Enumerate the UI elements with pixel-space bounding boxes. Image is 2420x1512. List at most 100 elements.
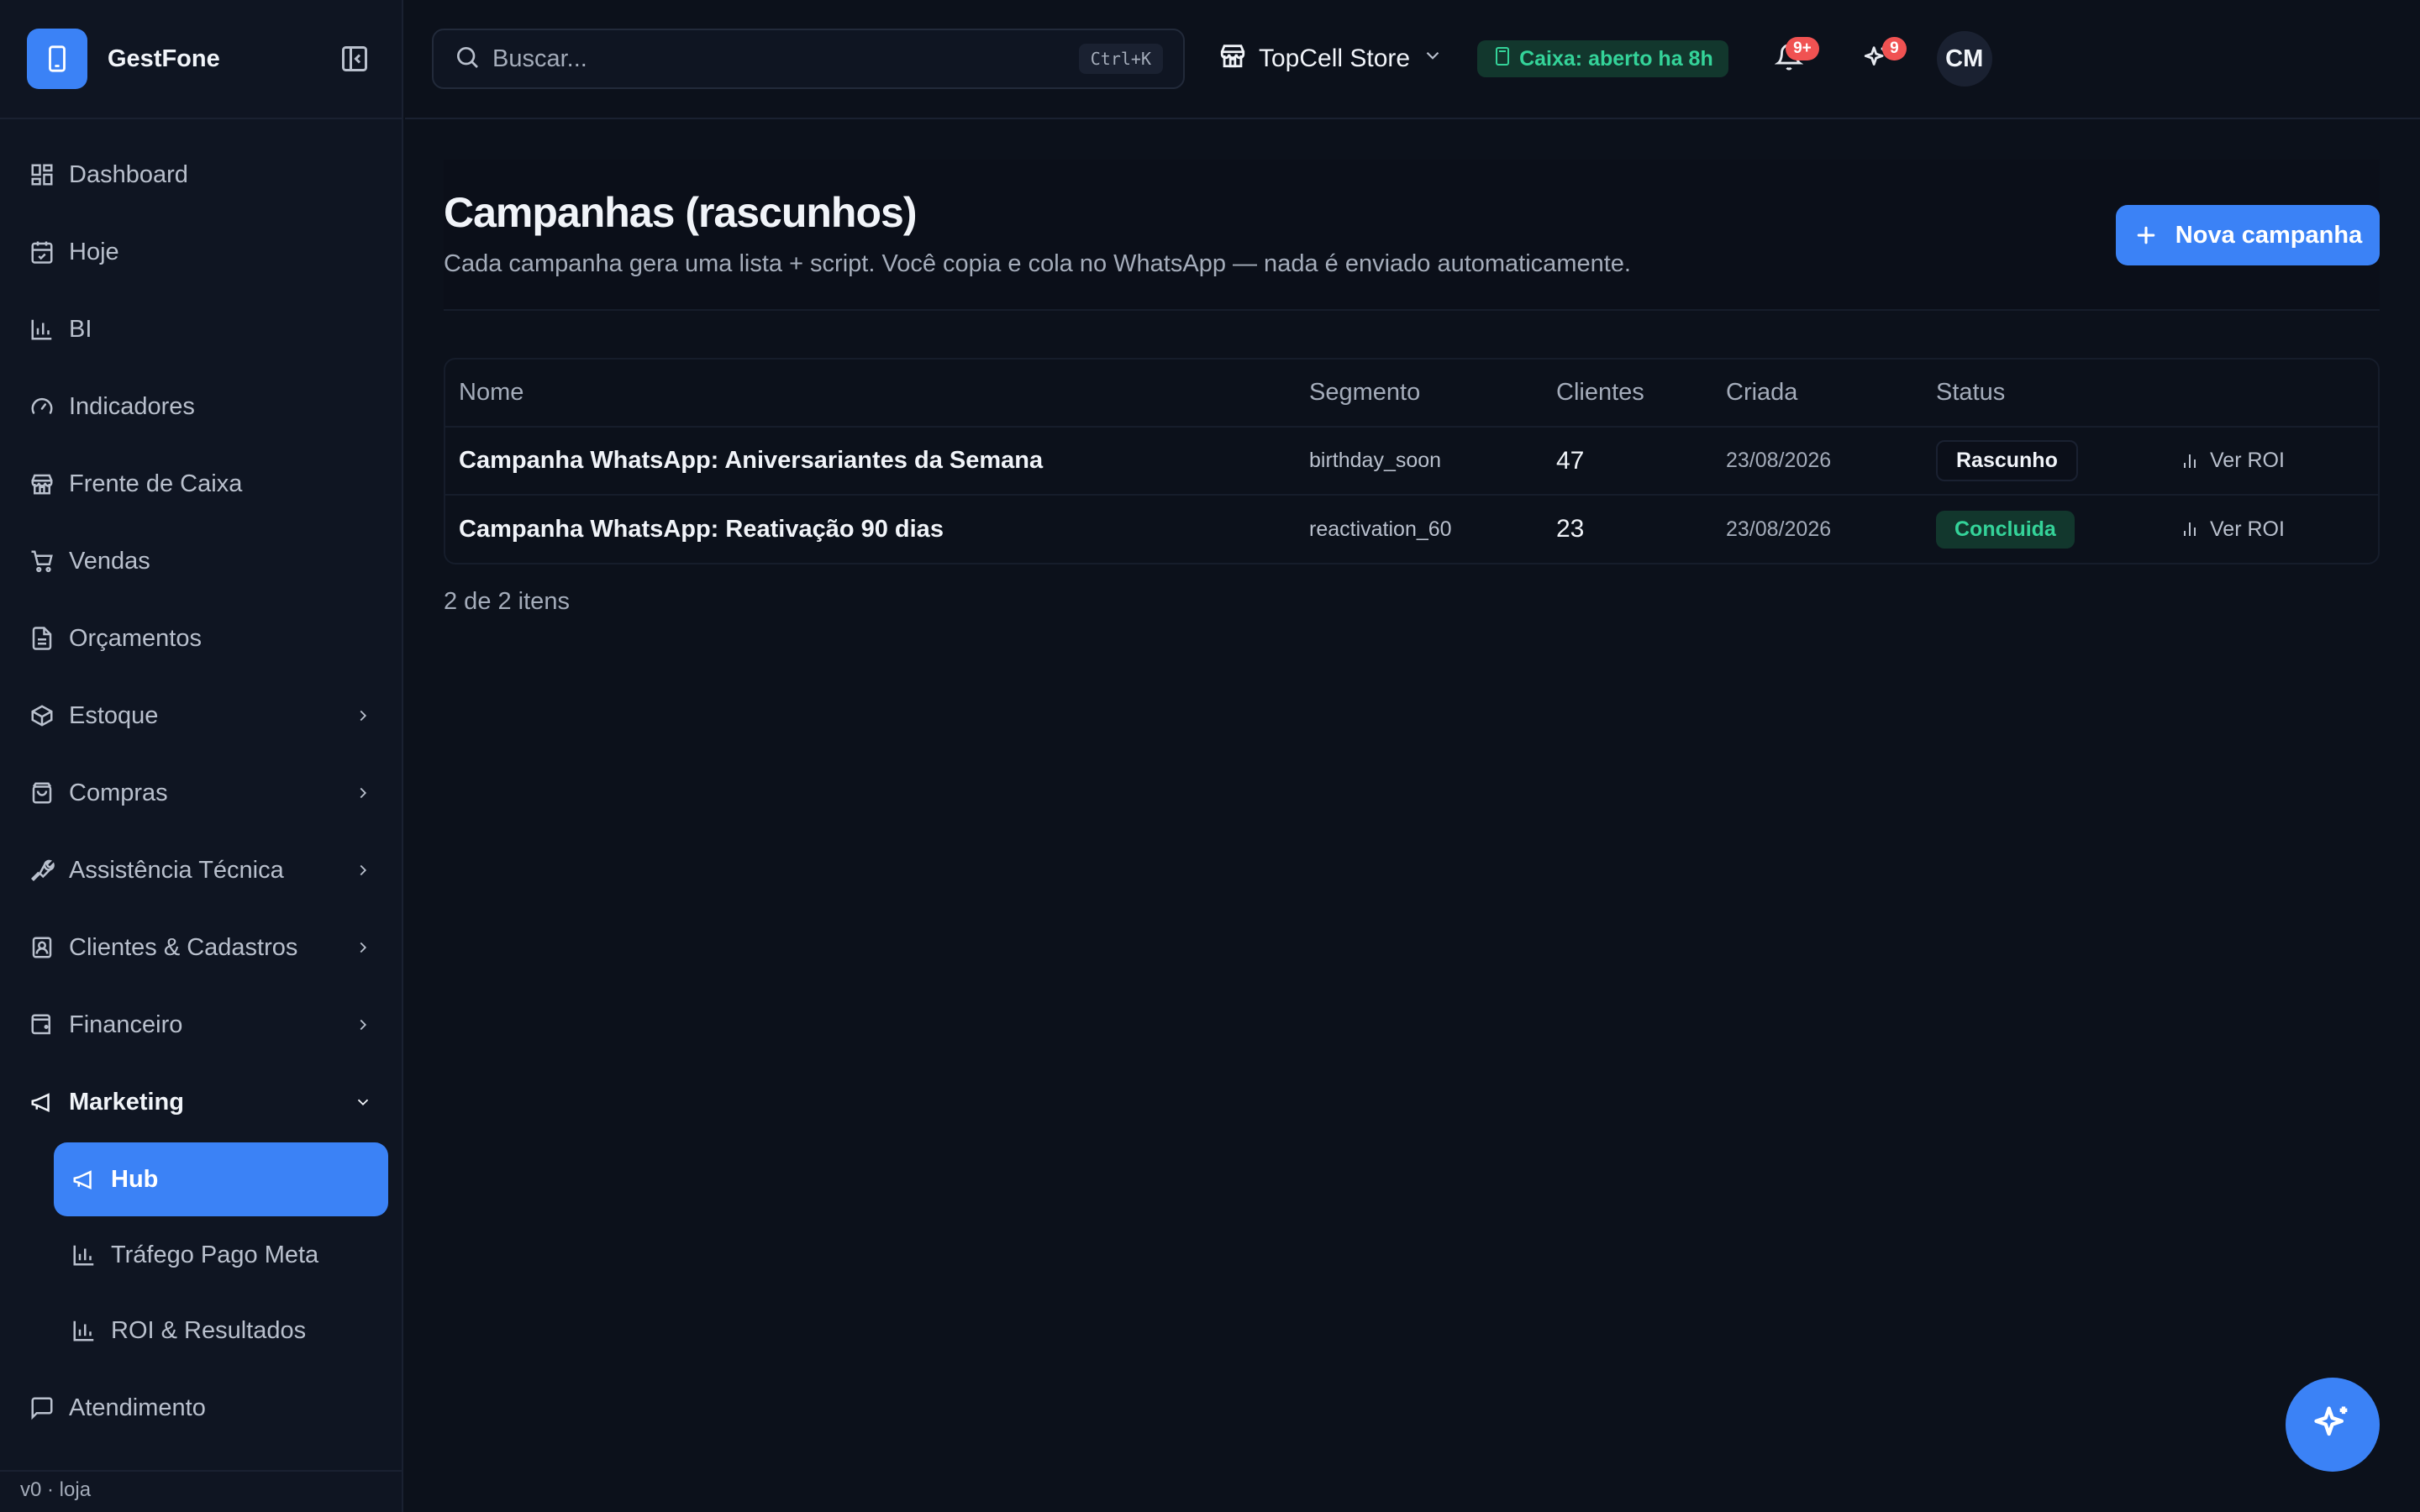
bag-icon: [27, 778, 57, 808]
sidebar-toggle-icon[interactable]: [334, 39, 375, 79]
app-name: GestFone: [108, 45, 220, 72]
store-selector[interactable]: TopCell Store: [1218, 41, 1444, 76]
sidebar-item-dashboard[interactable]: Dashboard: [0, 136, 402, 213]
sidebar-item-label: Compras: [69, 779, 168, 806]
sidebar-item-label: ROI & Resultados: [111, 1316, 307, 1344]
phone-icon[interactable]: [27, 29, 87, 89]
search-box[interactable]: Ctrl+K: [432, 29, 1185, 89]
caixa-status-badge[interactable]: Caixa: aberto ha 8h: [1477, 40, 1728, 77]
sidebar-item-vendas[interactable]: Vendas: [0, 522, 402, 600]
sidebar: GestFone Dashboard Hoje BI Indicadores F…: [0, 0, 403, 1512]
sidebar-item-assistencia-tecnica[interactable]: Assistência Técnica: [0, 832, 402, 909]
bar-chart-icon: [2180, 519, 2200, 539]
bar-chart-icon: [69, 1240, 99, 1270]
campaign-action-cell: Ver ROI: [2166, 495, 2378, 563]
sidebar-item-label: Vendas: [69, 547, 150, 575]
notifications-button[interactable]: 9+: [1764, 34, 1819, 84]
cart-icon: [27, 546, 57, 576]
column-header-clients[interactable]: Clientes: [1543, 360, 1712, 428]
ai-assistant-button[interactable]: 9: [1851, 34, 1907, 84]
sidebar-item-label: Atendimento: [69, 1394, 206, 1421]
sidebar-item-trafego-pago-meta[interactable]: Tráfego Pago Meta: [54, 1218, 388, 1292]
column-header-actions: [2166, 360, 2378, 428]
sidebar-item-atendimento[interactable]: Atendimento: [0, 1369, 402, 1446]
plus-icon: [2133, 223, 2159, 248]
sidebar-item-label: Financeiro: [69, 1011, 183, 1038]
sidebar-item-label: Dashboard: [69, 160, 188, 188]
sidebar-item-compras[interactable]: Compras: [0, 754, 402, 832]
sidebar-item-roi-resultados[interactable]: ROI & Resultados: [54, 1294, 388, 1368]
page-header: Campanhas (rascunhos) Cada campanha gera…: [444, 160, 2380, 311]
sidebar-item-label: Tráfego Pago Meta: [111, 1241, 319, 1268]
chat-icon: [27, 1393, 57, 1423]
column-header-segment[interactable]: Segmento: [1296, 360, 1543, 428]
chevron-right-icon: [351, 1013, 375, 1037]
campaign-segment: reactivation_60: [1309, 517, 1452, 541]
campaign-created: 23/08/2026: [1712, 427, 1923, 496]
campaigns-table: Nome Segmento Clientes Criada Status Cam…: [444, 358, 2380, 564]
wrench-icon: [27, 855, 57, 885]
chevron-right-icon: [351, 781, 375, 805]
sidebar-item-estoque[interactable]: Estoque: [0, 677, 402, 754]
sidebar-item-marketing[interactable]: Marketing: [0, 1063, 402, 1141]
contact-icon: [27, 932, 57, 963]
page-title: Campanhas (rascunhos): [444, 189, 917, 236]
new-campaign-label: Nova campanha: [2175, 221, 2363, 249]
box-icon: [27, 701, 57, 731]
view-roi-label: Ver ROI: [2210, 449, 2285, 472]
chevron-down-icon: [1422, 45, 1444, 73]
chevron-right-icon: [351, 936, 375, 959]
campaign-name[interactable]: Campanha WhatsApp: Aniversariantes da Se…: [445, 427, 1296, 496]
column-header-name[interactable]: Nome: [445, 360, 1296, 428]
campaign-name[interactable]: Campanha WhatsApp: Reativação 90 dias: [445, 495, 1296, 563]
bar-chart-icon: [27, 314, 57, 344]
bar-chart-icon: [2180, 451, 2200, 471]
view-roi-button[interactable]: Ver ROI: [2180, 449, 2378, 473]
caixa-status-text: Caixa: aberto ha 8h: [1519, 46, 1713, 71]
sidebar-item-clientes-cadastros[interactable]: Clientes & Cadastros: [0, 909, 402, 986]
campaign-created: 23/08/2026: [1726, 517, 1832, 541]
sidebar-item-label: Orçamentos: [69, 624, 202, 652]
gauge-icon: [27, 391, 57, 422]
sidebar-item-label: Marketing: [69, 1088, 184, 1116]
table-row[interactable]: Campanha WhatsApp: Aniversariantes da Se…: [445, 427, 2378, 496]
sidebar-item-label: Assistência Técnica: [69, 856, 284, 884]
wallet-icon: [27, 1010, 57, 1040]
sidebar-item-hoje[interactable]: Hoje: [0, 213, 402, 291]
sidebar-item-orcamentos[interactable]: Orçamentos: [0, 600, 402, 677]
store-icon: [1218, 41, 1247, 76]
store-icon: [27, 469, 57, 499]
sidebar-item-indicadores[interactable]: Indicadores: [0, 368, 402, 445]
table-header-row: Nome Segmento Clientes Criada Status: [445, 360, 2378, 428]
ai-fab-button[interactable]: [2286, 1378, 2380, 1472]
search-input[interactable]: [492, 45, 1079, 73]
campaign-clients: 47: [1543, 427, 1712, 496]
status-badge: Rascunho: [1936, 440, 2078, 481]
column-header-status[interactable]: Status: [1923, 360, 2166, 428]
avatar[interactable]: CM: [1936, 31, 1992, 87]
view-roi-label: Ver ROI: [2210, 517, 2285, 541]
sidebar-item-financeiro[interactable]: Financeiro: [0, 986, 402, 1063]
file-icon: [27, 623, 57, 654]
sidebar-item-hub[interactable]: Hub: [54, 1142, 388, 1216]
calendar-icon: [27, 237, 57, 267]
marketing-subnav: Hub Tráfego Pago Meta ROI & Resultados: [54, 1142, 402, 1368]
status-badge: Concluida: [1936, 510, 2075, 549]
chevron-right-icon: [351, 858, 375, 882]
campaign-status-cell: Rascunho: [1923, 427, 2166, 496]
calculator-icon: [1492, 46, 1512, 72]
pagination-count: 2 de 2 itens: [444, 588, 570, 615]
view-roi-button[interactable]: Ver ROI: [2180, 517, 2378, 542]
sidebar-item-bi[interactable]: BI: [0, 291, 402, 368]
megaphone-icon: [69, 1164, 99, 1194]
search-icon: [454, 44, 481, 75]
chevron-right-icon: [351, 704, 375, 727]
table-row[interactable]: Campanha WhatsApp: Reativação 90 dias re…: [445, 495, 2378, 563]
new-campaign-button[interactable]: Nova campanha: [2116, 205, 2380, 265]
megaphone-icon: [27, 1087, 57, 1117]
brand: GestFone: [0, 0, 402, 119]
sidebar-item-frente-de-caixa[interactable]: Frente de Caixa: [0, 445, 402, 522]
column-header-created[interactable]: Criada: [1712, 360, 1923, 428]
sidebar-item-label: Hoje: [69, 238, 119, 265]
page-subtitle: Cada campanha gera uma lista + script. V…: [444, 250, 1631, 277]
